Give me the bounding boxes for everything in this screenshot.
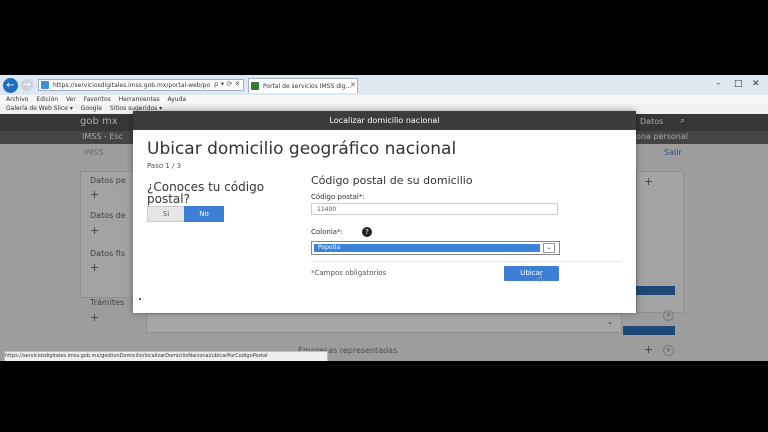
modal-header: Localizar domicilio nacional xyxy=(133,111,636,130)
required-note: *Campos obligatorios xyxy=(311,269,387,277)
menu-ver[interactable]: Ver xyxy=(66,96,76,103)
tab-favicon-icon xyxy=(251,82,259,90)
section-title: Código postal de su domicilio xyxy=(311,174,473,187)
colonia-label: Colonia*: xyxy=(311,228,343,236)
no-button[interactable]: No xyxy=(184,206,224,222)
menu-bar: Archivo Edición Ver Favoritos Herramient… xyxy=(0,95,768,104)
browser-screen: ← → https://serviciosdigitales.imss.gob.… xyxy=(0,75,768,361)
back-arrow-icon[interactable]: ← xyxy=(3,78,18,93)
menu-archivo[interactable]: Archivo xyxy=(6,96,28,103)
browser-tab[interactable]: Portal de servicios IMSS dig... xyxy=(248,78,358,93)
help-icon[interactable]: ? xyxy=(362,227,372,237)
hand-cursor-icon: ☝ xyxy=(537,274,544,285)
forward-arrow-icon[interactable]: → xyxy=(21,79,33,91)
si-button[interactable]: Si xyxy=(147,206,185,222)
chevron-down-icon[interactable]: ⌄ xyxy=(543,243,555,253)
menu-favoritos[interactable]: Favoritos xyxy=(84,96,111,103)
colonia-select[interactable]: Popotla ⌄ xyxy=(311,241,560,255)
menu-herramientas[interactable]: Herramientas xyxy=(119,96,160,103)
modal-title: Ubicar domicilio geográfico nacional xyxy=(147,139,457,159)
maximize-icon[interactable]: □ xyxy=(734,79,743,89)
fav-google[interactable]: Google xyxy=(81,105,102,112)
site-favicon-icon xyxy=(41,81,49,89)
address-tools[interactable]: ρ ▾ ⟳ ✕ xyxy=(214,80,240,88)
minimize-icon[interactable]: – xyxy=(716,79,721,89)
postal-code-input[interactable]: 11400 xyxy=(311,203,558,215)
postal-code-question: ¿Conoces tu código postal? xyxy=(147,180,265,206)
step-indicator: Paso 1 / 3 xyxy=(147,162,182,170)
status-bar-url: https://serviciosdigitales.imss.gob.mx/g… xyxy=(4,351,328,361)
localizar-domicilio-modal: Localizar domicilio nacional Ubicar domi… xyxy=(133,111,636,313)
close-window-icon[interactable]: ✕ xyxy=(752,79,760,89)
menu-edicion[interactable]: Edición xyxy=(36,96,58,103)
tab-close-icon[interactable]: ✕ xyxy=(350,81,356,89)
browser-toolbar: ← → https://serviciosdigitales.imss.gob.… xyxy=(0,75,768,96)
decorative-dot xyxy=(139,298,141,300)
postal-code-label: Código postal*: xyxy=(311,193,365,201)
menu-ayuda[interactable]: Ayuda xyxy=(168,96,187,103)
colonia-selected-value: Popotla xyxy=(314,244,540,252)
divider xyxy=(311,261,621,262)
fav-web-slice[interactable]: Galería de Web Slice ▾ xyxy=(6,105,73,112)
ubicar-button[interactable]: Ubicar xyxy=(504,266,559,281)
